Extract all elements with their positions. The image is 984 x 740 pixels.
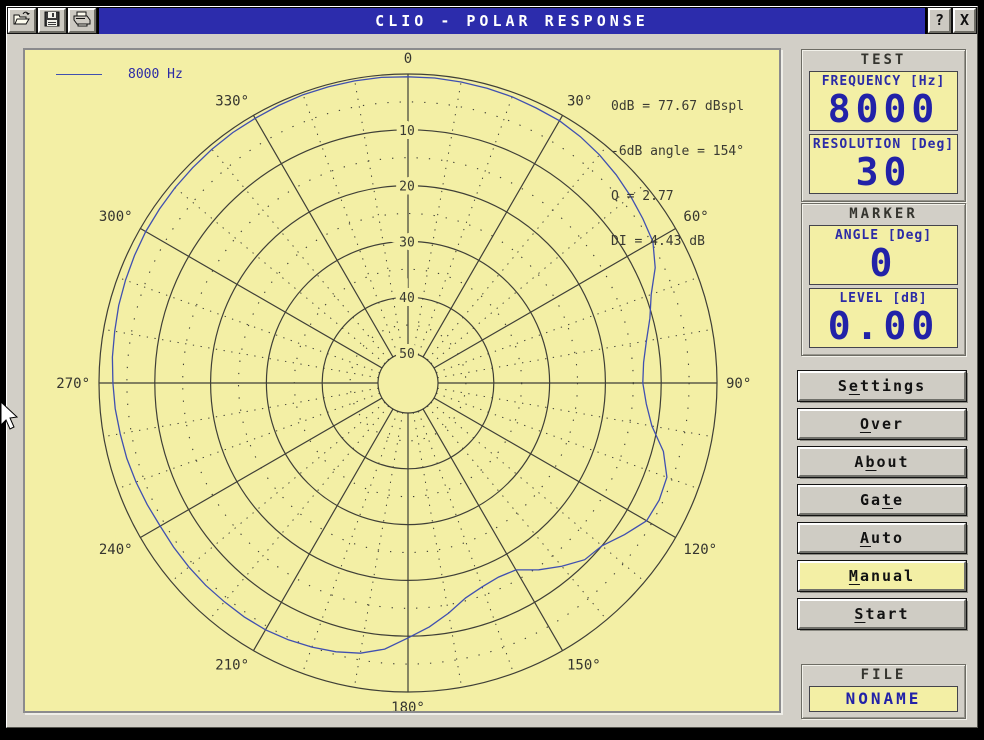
stat-0db: 0dB = 77.67 dBspl [611,99,744,114]
frequency-value: 8000 [810,89,957,129]
marker-level-display: LEVEL [dB] 0.00 [809,288,958,348]
test-group: TEST FREQUENCY [Hz] 8000 RESOLUTION [Deg… [801,49,966,202]
stat-q: Q = 2.77 [611,189,744,204]
save-file-button[interactable] [38,8,66,33]
resolution-value: 30 [810,152,957,192]
open-file-button[interactable] [8,8,36,33]
screen: CLIO - POLAR RESPONSE ? X 10 20 30 40 50 0 30°… [0,0,984,740]
stat-6db-angle: -6dB angle = 154° [611,144,744,159]
manual-button[interactable]: Manual [798,561,966,591]
about-button[interactable]: About [798,447,966,477]
over-button[interactable]: Over [798,409,966,439]
file-name-display: NONAME [809,686,958,712]
start-button[interactable]: Start [798,599,966,629]
svg-text:120°: 120° [683,542,717,558]
gate-button[interactable]: Gate [798,485,966,515]
app-window: CLIO - POLAR RESPONSE ? X 10 20 30 40 50 0 30°… [6,6,978,728]
print-icon [73,11,91,31]
marker-angle-display[interactable]: ANGLE [Deg] 0 [809,225,958,285]
svg-text:30: 30 [399,235,415,250]
polar-plot-panel: 1020304050030°60°90°120°150°180°210°240°… [23,48,781,713]
resolution-display[interactable]: RESOLUTION [Deg] 30 [809,134,958,194]
window-title: CLIO - POLAR RESPONSE [375,12,649,30]
test-group-header: TEST [809,52,958,68]
svg-text:300°: 300° [99,209,133,225]
help-button[interactable]: ? [928,8,951,33]
file-group: FILE NONAME [801,664,966,719]
svg-text:50: 50 [399,347,415,362]
file-group-header: FILE [809,667,958,683]
marker-angle-value: 0 [810,243,957,283]
svg-text:10: 10 [399,124,415,139]
svg-text:90°: 90° [726,376,751,392]
settings-button[interactable]: Settings [798,371,966,401]
svg-text:150°: 150° [567,658,601,674]
measurement-stats: 0dB = 77.67 dBspl -6dB angle = 154° Q = … [611,69,744,279]
svg-text:0: 0 [404,51,412,67]
svg-text:180°: 180° [391,700,425,711]
titlebar: CLIO - POLAR RESPONSE ? X [7,7,977,34]
svg-text:210°: 210° [215,658,249,674]
sidebar-buttons: Settings Over About Gate Auto Manual Start [798,371,966,637]
legend-line-swatch [56,74,102,75]
auto-button[interactable]: Auto [798,523,966,553]
svg-text:20: 20 [399,180,415,195]
svg-text:330°: 330° [215,93,249,109]
legend-label: 8000 Hz [128,67,183,82]
legend: 8000 Hz [56,67,183,82]
marker-group: MARKER ANGLE [Deg] 0 LEVEL [dB] 0.00 [801,203,966,356]
svg-text:40: 40 [399,291,415,306]
file-name-value: NONAME [810,688,957,710]
save-icon [44,11,60,31]
svg-text:270°: 270° [56,376,90,392]
print-button[interactable] [68,8,96,33]
stat-di: DI = 4.43 dB [611,234,744,249]
titlebar-caption-area: CLIO - POLAR RESPONSE [99,8,925,34]
svg-text:30°: 30° [567,93,592,109]
close-button[interactable]: X [953,8,976,33]
marker-group-header: MARKER [809,206,958,222]
open-icon [13,11,31,30]
frequency-display[interactable]: FREQUENCY [Hz] 8000 [809,71,958,131]
svg-text:240°: 240° [99,542,133,558]
marker-level-value: 0.00 [810,306,957,346]
